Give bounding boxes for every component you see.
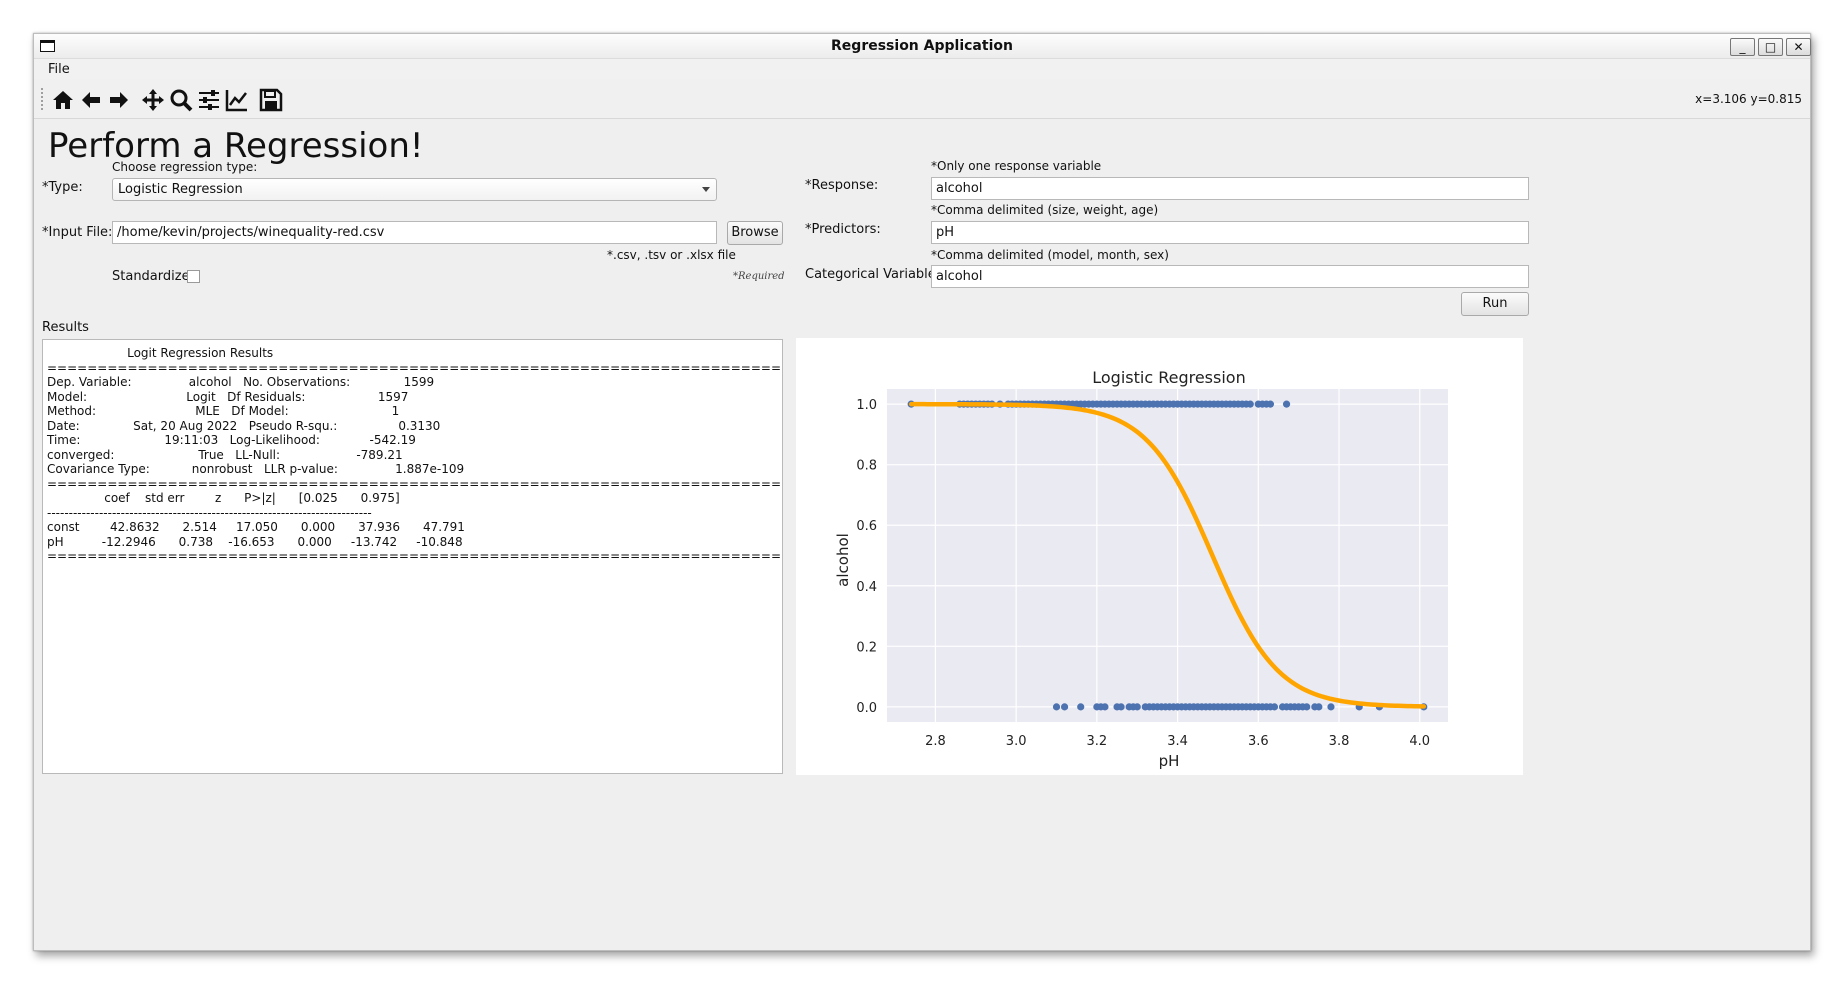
- close-button[interactable]: ✕: [1786, 38, 1811, 56]
- minimize-button[interactable]: _: [1730, 38, 1755, 56]
- file-type-hint: *.csv, .tsv or .xlsx file: [607, 248, 736, 262]
- results-textbox[interactable]: Logit Regression Results ===============…: [42, 339, 783, 774]
- input-file-field[interactable]: /home/kevin/projects/winequality-red.csv: [112, 221, 717, 244]
- configure-subplots-icon[interactable]: [196, 87, 222, 113]
- y-tick-label: 0.0: [856, 701, 877, 716]
- run-button[interactable]: Run: [1461, 292, 1529, 316]
- predictors-hint: *Comma delimited (size, weight, age): [931, 203, 1159, 217]
- title-bar[interactable]: Regression Application _ □ ✕: [34, 34, 1811, 59]
- plot-canvas[interactable]: 2.8 3.0 3.2 3.4 3.6 3.8 4.0 0.0 0.2 0.4 0.6 0.8 1.0 …: [796, 338, 1523, 775]
- y-tick-label: 1.0: [856, 398, 877, 413]
- menu-file[interactable]: File: [48, 62, 70, 77]
- data-point: [1077, 703, 1085, 711]
- y-tick-label: 0.6: [856, 519, 877, 534]
- type-hint: Choose regression type:: [112, 160, 258, 174]
- pan-icon[interactable]: [140, 87, 166, 113]
- predictors-label: *Predictors:: [805, 222, 881, 237]
- back-arrow-icon[interactable]: [78, 87, 104, 113]
- standardize-checkbox[interactable]: [187, 270, 200, 283]
- x-tick-label: 3.2: [1087, 734, 1108, 749]
- regression-type-select[interactable]: Logistic Regression: [112, 178, 717, 201]
- categorical-hint: *Comma delimited (model, month, sex): [931, 248, 1169, 262]
- data-point: [1052, 703, 1061, 711]
- data-point: [1282, 400, 1291, 408]
- logistic-regression-chart: 2.8 3.0 3.2 3.4 3.6 3.8 4.00.00.20.40.60.81.0 …: [834, 368, 1448, 770]
- regression-type-value: Logistic Regression: [118, 182, 243, 197]
- data-point: [1327, 703, 1335, 711]
- response-label: *Response:: [805, 178, 879, 193]
- standardize-label: Standardize:: [112, 269, 194, 284]
- cursor-coordinates: x=3.106 y=0.815: [1695, 92, 1802, 106]
- home-icon[interactable]: [50, 87, 76, 113]
- zoom-icon[interactable]: [168, 87, 194, 113]
- x-tick-label: 2.8: [925, 734, 946, 749]
- data-point: [1315, 703, 1323, 711]
- plot-area: [887, 389, 1448, 722]
- categorical-field[interactable]: alcohol: [931, 265, 1529, 288]
- results-label: Results: [42, 320, 89, 335]
- maximize-button[interactable]: □: [1758, 38, 1783, 56]
- data-point: [1266, 400, 1275, 408]
- x-tick-label: 3.0: [1006, 734, 1027, 749]
- results-text: Logit Regression Results ===============…: [47, 346, 783, 563]
- predictors-field[interactable]: pH: [931, 221, 1529, 244]
- save-icon[interactable]: [258, 87, 284, 113]
- y-tick-label: 0.8: [856, 459, 877, 474]
- menu-bar: File: [34, 59, 1810, 79]
- app-window: Regression Application _ □ ✕ File x=3.10…: [33, 33, 1811, 951]
- categorical-label: Categorical Variables:: [805, 267, 947, 282]
- edit-axis-icon[interactable]: [224, 87, 250, 113]
- x-tick-label: 3.8: [1329, 734, 1350, 749]
- plot-toolbar: x=3.106 y=0.815: [34, 79, 1810, 119]
- y-tick-label: 0.2: [856, 640, 877, 655]
- x-axis-label: pH: [1159, 752, 1180, 770]
- toolbar-grip[interactable]: [40, 87, 44, 111]
- x-tick-label: 3.6: [1248, 734, 1269, 749]
- y-axis-label: alcohol: [834, 533, 852, 587]
- data-point: [1246, 400, 1254, 408]
- required-note: *Required: [733, 271, 785, 282]
- y-tick-label: 0.4: [856, 580, 877, 595]
- data-point: [1101, 703, 1109, 711]
- chevron-down-icon: [702, 187, 710, 192]
- browse-button[interactable]: Browse: [727, 221, 783, 245]
- data-point: [1303, 703, 1311, 711]
- data-point: [1133, 703, 1141, 711]
- data-point: [1117, 703, 1125, 711]
- input-file-label: *Input File:: [42, 225, 113, 240]
- forward-arrow-icon[interactable]: [106, 87, 132, 113]
- chart-title: Logistic Regression: [1092, 368, 1245, 387]
- data-point: [1270, 703, 1279, 711]
- x-tick-label: 4.0: [1409, 734, 1430, 749]
- response-field[interactable]: alcohol: [931, 177, 1529, 200]
- x-tick-label: 3.4: [1167, 734, 1188, 749]
- type-label: *Type:: [42, 180, 83, 195]
- data-point: [1060, 703, 1069, 711]
- window-title: Regression Application: [831, 38, 1013, 54]
- response-hint: *Only one response variable: [931, 159, 1102, 173]
